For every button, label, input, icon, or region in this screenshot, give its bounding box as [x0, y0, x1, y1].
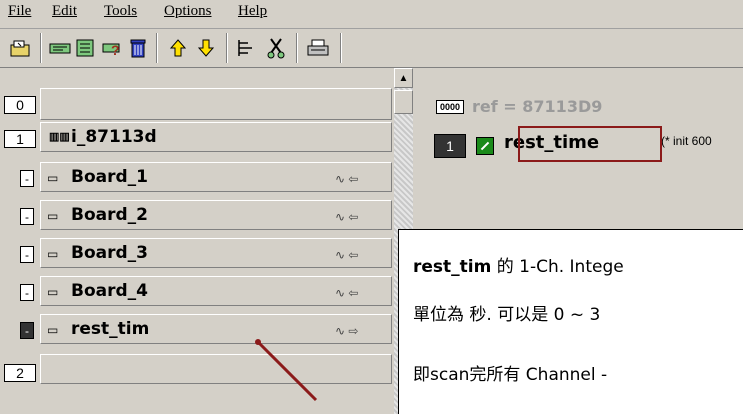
ref-label: ref = 87113D9	[472, 97, 603, 116]
channel-icon: ▭	[47, 247, 59, 261]
rung-number[interactable]: 1	[4, 130, 36, 148]
menu-options[interactable]: Options	[164, 3, 212, 20]
channel-icon: ▭	[47, 171, 59, 185]
item-number[interactable]: 1	[434, 134, 466, 158]
collapse-icon[interactable]: -	[20, 170, 34, 187]
signal-icon: ∿ ⇦	[335, 286, 359, 300]
list-item-board-3[interactable]: ▭ Board_3 ∿ ⇦	[40, 238, 392, 268]
arrow-up-icon[interactable]	[164, 34, 192, 62]
collapse-icon[interactable]: -	[20, 246, 34, 263]
module-label: i_87113d	[71, 127, 157, 147]
signal-icon: ∿ ⇦	[335, 248, 359, 262]
rung-row-1[interactable]: ▥▥ i_87113d	[40, 122, 392, 152]
item-comment: (* init 600	[661, 134, 712, 148]
arrow-down-icon[interactable]	[192, 34, 220, 62]
list-item-board-1[interactable]: ▭ Board_1 ∿ ⇦	[40, 162, 392, 192]
collapse-icon[interactable]: -	[20, 284, 34, 301]
module-icon: ▥▥	[49, 131, 70, 143]
menu-tools[interactable]: Tools	[104, 3, 137, 20]
note-line-2: 單位為 秒. 可以是 0 ~ 3	[413, 305, 601, 325]
list-item-label: rest_tim	[71, 319, 150, 339]
ladder-panel: 0 1 ▥▥ i_87113d - ▭ Board_1 ∿ ⇦ - ▭ Boar…	[0, 68, 393, 414]
list-item-board-4[interactable]: ▭ Board_4 ∿ ⇦	[40, 276, 392, 306]
toolbar: ?	[0, 29, 743, 68]
signal-icon: ∿ ⇦	[335, 172, 359, 186]
plc-write-icon[interactable]	[72, 34, 100, 62]
print-icon[interactable]	[304, 34, 332, 62]
svg-text:?: ?	[111, 42, 120, 58]
channel-status-icon	[476, 137, 494, 155]
menu-edit[interactable]: Edit	[52, 3, 77, 20]
scroll-thumb[interactable]	[394, 90, 413, 114]
scroll-up-button[interactable]: ▲	[394, 68, 413, 88]
channel-icon: ▭	[47, 323, 59, 337]
list-item-label: Board_4	[71, 281, 148, 301]
signal-icon: ∿ ⇦	[335, 210, 359, 224]
annotation-note: rest_tim 的 1-Ch. Intege 單位為 秒. 可以是 0 ~ 3…	[398, 229, 743, 414]
plc-read-icon[interactable]	[46, 34, 74, 62]
list-item-rest-tim[interactable]: ▭ rest_tim ∿ ⇨	[40, 314, 392, 344]
ref-tag-icon: 0000	[436, 99, 465, 114]
list-item-board-2[interactable]: ▭ Board_2 ∿ ⇦	[40, 200, 392, 230]
list-item-label: Board_1	[71, 167, 148, 187]
rung-row-0[interactable]	[40, 88, 392, 120]
menu-file[interactable]: File	[8, 3, 31, 20]
channel-icon: ▭	[47, 209, 59, 223]
menu-help[interactable]: Help	[238, 3, 267, 20]
annotation-arrow	[255, 339, 318, 402]
list-item-label: Board_2	[71, 205, 148, 225]
collapse-icon[interactable]: -	[20, 322, 34, 339]
menu-bar: File Edit Tools Options Help	[0, 0, 743, 29]
rung-row-2[interactable]	[40, 354, 392, 384]
signal-icon: ∿ ⇨	[335, 324, 359, 338]
rung-number[interactable]: 0	[4, 96, 36, 114]
cut-icon[interactable]	[262, 34, 290, 62]
ref-line: 0000 ref = 87113D9	[436, 97, 602, 116]
plc-compare-icon[interactable]: ?	[98, 34, 126, 62]
channel-icon: ▭	[47, 285, 59, 299]
tree-icon[interactable]	[232, 34, 260, 62]
note-line-3: 即scan完所有 Channel -	[413, 365, 608, 385]
rung-number[interactable]: 2	[4, 364, 36, 382]
delete-icon[interactable]	[124, 34, 152, 62]
note-line-1: rest_tim 的 1-Ch. Intege	[413, 257, 624, 277]
collapse-icon[interactable]: -	[20, 208, 34, 225]
list-item-label: Board_3	[71, 243, 148, 263]
highlight-box	[518, 126, 662, 162]
open-folder-icon[interactable]	[6, 34, 34, 62]
